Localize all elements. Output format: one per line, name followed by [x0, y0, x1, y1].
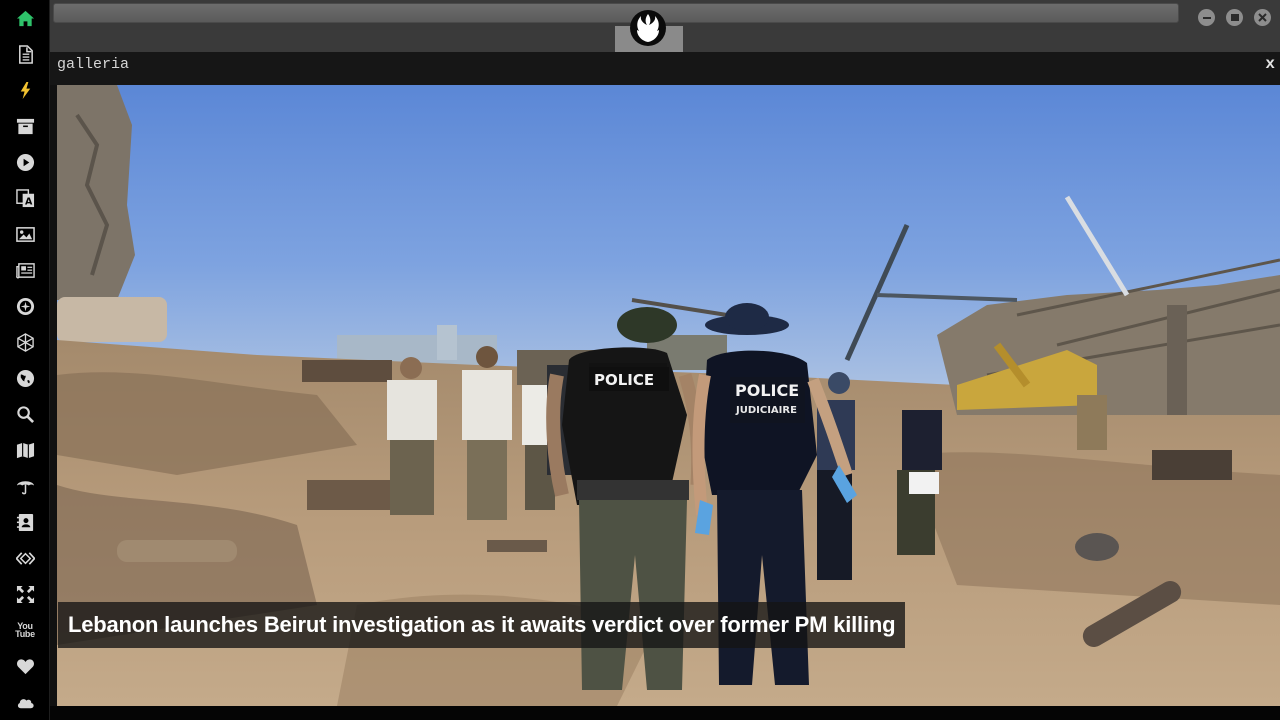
document-icon[interactable]	[14, 43, 36, 65]
expand-arrows-icon[interactable]	[14, 583, 36, 605]
maximize-button[interactable]	[1226, 9, 1243, 26]
heart-icon[interactable]	[14, 655, 36, 677]
home-icon[interactable]	[14, 7, 36, 29]
lightning-icon[interactable]	[14, 79, 36, 101]
image-icon[interactable]	[14, 223, 36, 245]
hexagon-network-icon[interactable]	[14, 331, 36, 353]
rebel-alliance-logo-icon	[630, 10, 666, 46]
search-icon[interactable]	[14, 403, 36, 425]
contact-card-icon[interactable]	[14, 511, 36, 533]
title-bar	[50, 0, 1280, 52]
translate-icon[interactable]: A	[14, 187, 36, 209]
code-diamond-icon[interactable]	[14, 547, 36, 569]
bottom-bar	[50, 706, 1280, 720]
vest-text-judiciaire: JUDICIAIRE	[735, 405, 797, 416]
image-caption: Lebanon launches Beirut investigation as…	[58, 602, 906, 648]
maximize-icon	[1230, 14, 1239, 21]
minimize-icon	[1202, 16, 1211, 19]
address-bar[interactable]	[53, 3, 1179, 23]
umbrella-icon[interactable]	[14, 475, 36, 497]
cloud-icon[interactable]	[14, 691, 36, 713]
panel-close-button[interactable]: x	[1265, 55, 1275, 73]
map-icon[interactable]	[14, 439, 36, 461]
svg-text:A: A	[25, 196, 33, 207]
sidebar: A You Tube	[0, 0, 50, 720]
close-window-button[interactable]	[1254, 9, 1271, 26]
vest-text-police-2: POLICE	[735, 381, 799, 400]
newspaper-icon[interactable]	[14, 259, 36, 281]
gallery-header: galleria x	[50, 52, 1280, 85]
play-icon[interactable]	[14, 151, 36, 173]
gallery-left-edge	[50, 85, 57, 706]
close-icon	[1258, 13, 1267, 22]
minimize-button[interactable]	[1198, 9, 1215, 26]
archive-icon[interactable]	[14, 115, 36, 137]
globe-icon[interactable]	[14, 367, 36, 389]
rebel-badge-icon[interactable]	[14, 295, 36, 317]
youtube-label: You Tube	[15, 621, 35, 639]
youtube-icon[interactable]: You Tube	[14, 619, 36, 641]
vest-text-police-1: POLICE	[594, 371, 654, 389]
panel-title: galleria	[57, 56, 130, 73]
